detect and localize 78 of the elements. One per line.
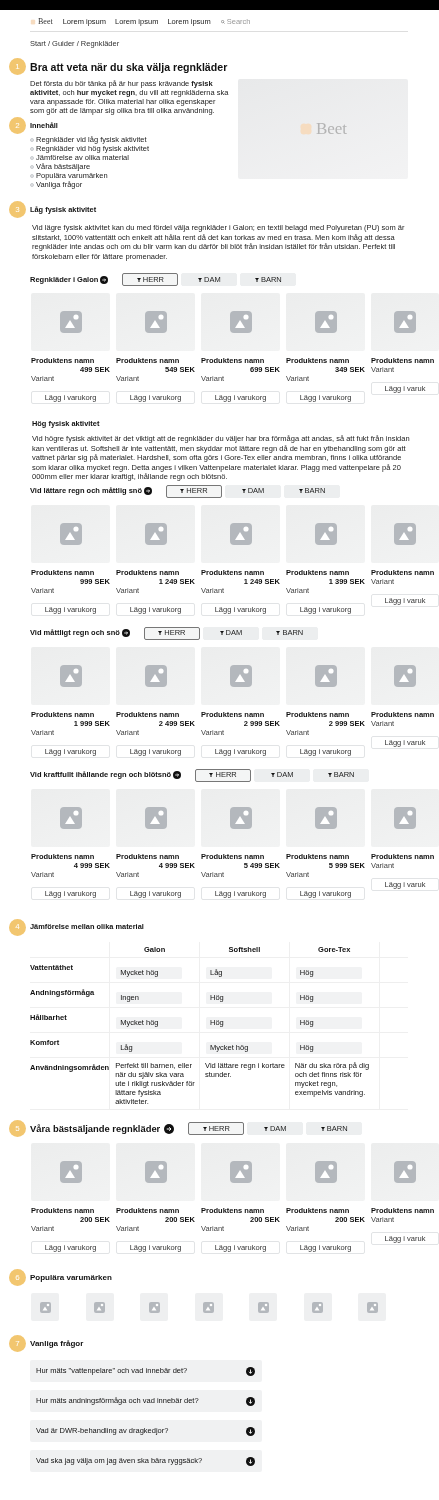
image-icon — [203, 1301, 214, 1313]
number-badge: 6 — [9, 1269, 26, 1286]
image-icon — [257, 1301, 269, 1313]
filter-icon — [241, 489, 246, 493]
arrow-right-icon[interactable] — [164, 1123, 175, 1134]
image-icon — [314, 1161, 337, 1183]
logo-text: Beet — [315, 118, 348, 141]
image-icon — [94, 1301, 105, 1313]
image-icon — [394, 522, 416, 545]
image-icon — [229, 664, 252, 687]
filter-icon — [202, 1126, 207, 1131]
arrow-down-icon[interactable] — [246, 1366, 255, 1376]
image-icon — [312, 1301, 323, 1313]
image-icon — [59, 664, 82, 687]
bullet-icon — [30, 146, 34, 151]
arrow-right-icon[interactable] — [143, 487, 152, 495]
image-icon — [394, 311, 416, 333]
filter-icon — [198, 277, 202, 282]
number-badge: 5 — [9, 1120, 26, 1137]
image-icon — [394, 1161, 416, 1183]
image-icon — [59, 522, 82, 545]
image-icon — [144, 1161, 167, 1183]
image-icon — [394, 806, 416, 829]
image-icon — [229, 522, 252, 545]
image-icon — [148, 1301, 160, 1313]
image-icon — [314, 806, 337, 829]
page-heading: Bra att veta när du ska välja regnkläder — [30, 59, 228, 74]
image-icon — [229, 1161, 252, 1183]
number-badge: 7 — [9, 1335, 26, 1352]
filter-icon — [327, 773, 332, 777]
filter-icon — [320, 1126, 325, 1131]
arrow-down-icon[interactable] — [246, 1456, 255, 1466]
image-icon — [144, 522, 167, 545]
filter-icon — [270, 773, 275, 777]
filter-icon — [180, 489, 185, 493]
flower-logo-icon — [298, 122, 313, 136]
filter-icon — [263, 1126, 268, 1131]
number-badge: 1 — [9, 58, 26, 75]
filter-icon — [298, 489, 303, 493]
bullet-icon — [30, 164, 34, 169]
bullet-icon — [30, 182, 34, 187]
bullet-icon — [30, 173, 34, 178]
image-icon — [144, 806, 167, 829]
number-badge: 2 — [9, 117, 26, 134]
arrow-right-icon[interactable] — [173, 771, 182, 779]
image-icon — [314, 311, 337, 333]
image-icon — [229, 311, 252, 333]
section-heading: Populära varumärken — [30, 1271, 112, 1284]
filter-icon — [276, 631, 281, 635]
image-icon — [229, 806, 252, 829]
logo-text[interactable]: Beet — [38, 15, 53, 28]
image-icon — [59, 311, 82, 333]
flower-logo-icon — [30, 18, 36, 25]
image-icon — [144, 311, 167, 333]
image-icon — [59, 806, 82, 829]
number-badge: 4 — [9, 918, 26, 936]
search-icon — [220, 19, 225, 24]
image-icon — [394, 664, 416, 687]
image-icon — [144, 664, 167, 687]
section-heading: Vanliga frågor — [30, 1337, 84, 1350]
image-icon — [39, 1301, 51, 1313]
filter-icon — [254, 277, 259, 282]
filter-icon — [158, 631, 163, 635]
filter-icon — [209, 773, 214, 777]
bullet-icon — [30, 155, 34, 160]
image-icon — [366, 1301, 378, 1313]
arrow-right-icon[interactable] — [121, 629, 130, 637]
arrow-down-icon[interactable] — [246, 1426, 255, 1436]
image-icon — [314, 522, 337, 545]
image-icon — [314, 664, 337, 687]
bullet-icon — [30, 137, 34, 142]
section-heading: Våra bästsäljande regnkläder — [30, 1122, 161, 1135]
filter-icon — [219, 631, 224, 635]
arrow-right-icon[interactable] — [100, 275, 109, 284]
arrow-down-icon[interactable] — [246, 1396, 255, 1406]
filter-icon — [136, 277, 141, 282]
number-badge: 3 — [9, 201, 26, 218]
image-icon — [59, 1161, 82, 1183]
